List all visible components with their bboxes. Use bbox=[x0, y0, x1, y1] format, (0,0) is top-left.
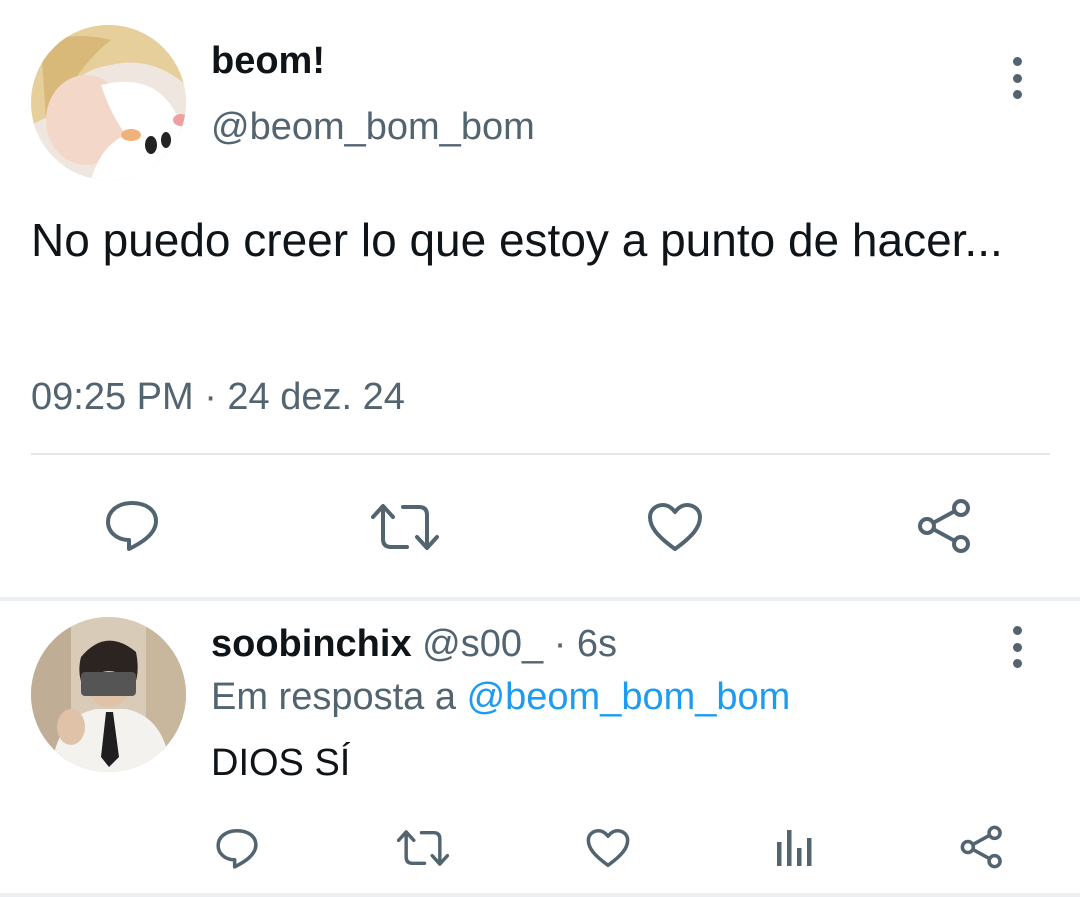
reply-tweet-avatar[interactable] bbox=[31, 617, 186, 772]
main-tweet-timestamp[interactable]: 09:25 PM · 24 dez. 24 bbox=[31, 376, 405, 419]
reply-header: soobinchix @s00_ · 6s bbox=[211, 623, 617, 666]
reply-handle[interactable]: @s00_ bbox=[422, 623, 543, 665]
retweet-icon[interactable] bbox=[371, 503, 439, 551]
reply-time[interactable]: 6s bbox=[577, 623, 617, 665]
analytics-icon[interactable] bbox=[777, 826, 815, 868]
divider bbox=[31, 453, 1050, 455]
reply-to-line: Em resposta a @beom_bom_bom bbox=[211, 676, 790, 719]
reply-share-icon[interactable] bbox=[960, 825, 1004, 869]
reply-display-name[interactable]: soobinchix bbox=[211, 623, 412, 665]
reply-to-mention[interactable]: @beom_bom_bom bbox=[467, 676, 791, 718]
reply-to-prefix: Em resposta a bbox=[211, 676, 456, 718]
reply-tweet-text: DIOS SÍ bbox=[211, 742, 351, 784]
reply-like-icon[interactable] bbox=[586, 828, 630, 868]
user-avatar-photo-icon bbox=[31, 25, 186, 180]
main-handle[interactable]: @beom_bom_bom bbox=[211, 106, 535, 149]
reply-more-options-icon[interactable] bbox=[1007, 626, 1027, 668]
more-options-icon[interactable] bbox=[1007, 57, 1027, 99]
share-icon[interactable] bbox=[917, 498, 973, 554]
reply-retweet-icon[interactable] bbox=[397, 829, 449, 867]
main-tweet-text: No puedo creer lo que estoy a punto de h… bbox=[31, 214, 1003, 266]
tweet-separator bbox=[0, 597, 1080, 601]
main-display-name[interactable]: beom! bbox=[211, 40, 325, 83]
reply-reply-icon[interactable] bbox=[215, 826, 259, 870]
reply-meta-separator: · bbox=[553, 623, 567, 665]
user-avatar-photo-icon bbox=[31, 617, 186, 772]
like-icon[interactable] bbox=[647, 502, 703, 552]
reply-icon[interactable] bbox=[104, 497, 160, 553]
main-tweet-avatar[interactable] bbox=[31, 25, 186, 180]
bottom-divider bbox=[0, 893, 1080, 897]
main-tweet: beom! @beom_bom_bom No puedo creer lo qu… bbox=[0, 0, 1080, 598]
